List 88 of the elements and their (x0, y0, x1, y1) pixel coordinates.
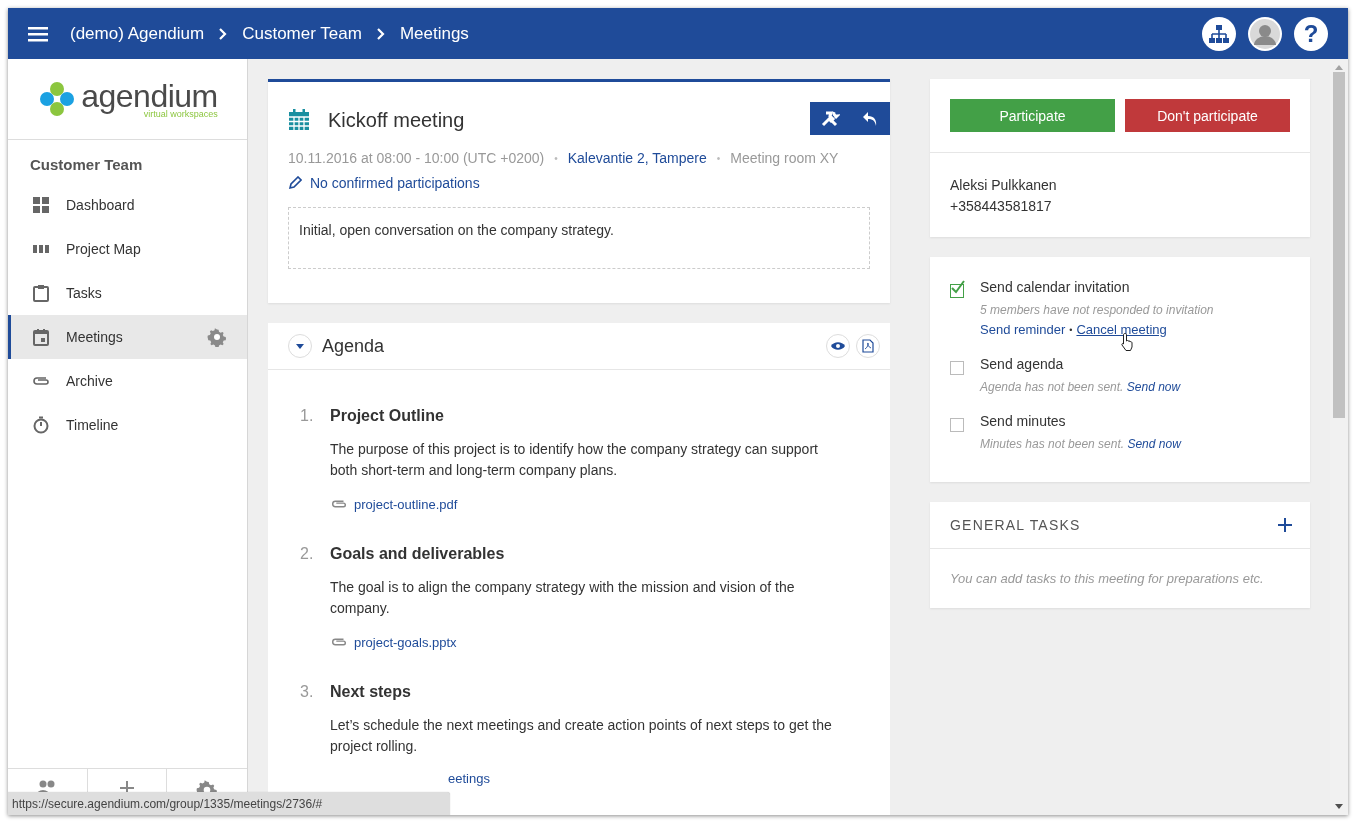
breadcrumb-link[interactable]: Customer Team (242, 23, 362, 44)
scroll-down-icon[interactable] (1335, 804, 1343, 809)
action-link[interactable]: Send reminder (980, 320, 1066, 340)
sidebar-item-label: Dashboard (66, 197, 135, 213)
chevron-right-icon (375, 26, 386, 41)
sidebar-item[interactable]: Dashboard (8, 183, 247, 227)
sidebar-item[interactable]: Meetings (8, 315, 247, 359)
avatar-button[interactable] (1248, 16, 1282, 51)
action-label: Send agenda (980, 355, 1065, 374)
participation-link[interactable]: No confirmed participations (310, 175, 480, 191)
agenda-item-title: Next steps (330, 682, 412, 702)
eye-icon (831, 341, 845, 351)
calendar-icon (31, 327, 51, 347)
sidebar-item-label: Tasks (66, 285, 102, 301)
contact-name: Aleksi Pulkkanen (950, 176, 1058, 195)
sidebar-item[interactable]: Project Map (8, 227, 247, 271)
stopwatch-icon (31, 415, 51, 435)
menu-button[interactable] (28, 25, 48, 42)
sidebar-item-label: Timeline (66, 417, 119, 433)
sidebar-item[interactable]: Timeline (8, 403, 247, 447)
clipboard-icon (31, 283, 51, 303)
settings-icon[interactable] (207, 327, 227, 347)
contact-phone: +358443581817 (950, 197, 1053, 216)
pdf-button[interactable] (856, 334, 880, 358)
decline-button[interactable]: Don't participate (1125, 99, 1290, 132)
empty-message: You can add tasks to this meeting for preparations etc. (949, 570, 1265, 588)
sidebar-item-label: Project Map (66, 241, 141, 257)
section-title: GENERAL TASKS (950, 517, 1081, 533)
checkbox[interactable] (950, 361, 964, 375)
calendar-icon (288, 109, 310, 131)
action-label: Send calendar invitation (980, 278, 1131, 297)
reply-arrow-icon (862, 110, 878, 127)
add-task-button[interactable] (1278, 518, 1292, 532)
logo-wordmark: agendium (81, 79, 218, 112)
agenda-item-text: The goal is to align the company strategy with the mission and vision of the company. (330, 578, 796, 618)
dashboard-icon (31, 195, 51, 215)
sidebar-item[interactable]: Archive (8, 359, 247, 403)
breadcrumb-link[interactable]: (demo) Agendium (70, 23, 205, 44)
preview-button[interactable] (826, 334, 850, 358)
agenda-item-text: Let’s schedule the next meetings and create action points of next steps to get the project rolling. (330, 716, 833, 756)
agenda-item-text: The purpose of this project is to identify how the company strategy can support both short-term and long-term company plans. (330, 440, 819, 480)
agenda-title: Agenda (322, 335, 385, 357)
action-note: Agenda has not been sent. Send now (980, 379, 1181, 396)
help-button[interactable]: ? (1294, 16, 1328, 51)
attachment-link[interactable]: eetings (448, 771, 490, 786)
action-label: Send minutes (980, 412, 1067, 431)
sidebar-item[interactable]: Tasks (8, 271, 247, 315)
pdf-icon (862, 339, 874, 353)
meeting-description: Initial, open conversation on the company strategy. (288, 207, 870, 269)
action-link[interactable]: Cancel meeting (1076, 320, 1167, 340)
menu-icon (28, 25, 48, 42)
action-note: Minutes has not been sent. Send now (980, 436, 1181, 453)
group-title: Customer Team (29, 155, 144, 175)
chevron-right-icon (218, 26, 229, 41)
sidebar-item-label: Meetings (66, 329, 123, 345)
meeting-room: Meeting room XY (730, 150, 839, 166)
org-chart-icon (1208, 23, 1230, 44)
attachment-link[interactable]: project-outline.pdf (354, 496, 458, 512)
meeting-date: 10.11.2016 at 08:00 - 10:00 (UTC +0200) (288, 150, 545, 166)
checkbox[interactable] (950, 418, 964, 432)
item-number: 3. (300, 682, 315, 702)
scrollbar-thumb[interactable] (1333, 72, 1345, 418)
checkmark-icon (950, 280, 966, 296)
agenda-item-title: Project Outline (330, 406, 445, 426)
action-note: 5 members have not responded to invitation (980, 302, 1214, 319)
item-number: 2. (300, 544, 315, 564)
scrollbar[interactable] (1330, 59, 1348, 815)
item-number: 1. (300, 406, 315, 426)
separator-dot: • (554, 152, 558, 164)
status-url-tooltip: https://secure.agendium.com/group/1335/meetings/2736/# (8, 792, 450, 815)
agenda-item-title: Goals and deliverables (330, 544, 506, 564)
attachment-link[interactable]: project-goals.pptx (354, 634, 457, 650)
separator-dot: • (1069, 324, 1073, 337)
sidebar-item-label: Archive (66, 373, 113, 389)
breadcrumb-link[interactable]: Meetings (399, 23, 469, 44)
scroll-up-icon[interactable] (1335, 65, 1343, 70)
collapse-toggle[interactable] (288, 334, 312, 358)
action-link[interactable]: Send now (1127, 437, 1181, 451)
separator-dot: • (716, 152, 721, 164)
location-link[interactable]: Kalevantie 2, Tampere (567, 150, 707, 166)
tools-icon (820, 109, 840, 128)
meeting-title: Kickoff meeting (328, 108, 465, 132)
avatar-icon (1250, 18, 1280, 49)
action-link[interactable]: Send now (1126, 380, 1181, 394)
plus-icon (1278, 518, 1292, 532)
caret-down-icon (296, 343, 304, 349)
pencil-icon (288, 176, 302, 190)
org-chart-button[interactable] (1202, 16, 1236, 51)
